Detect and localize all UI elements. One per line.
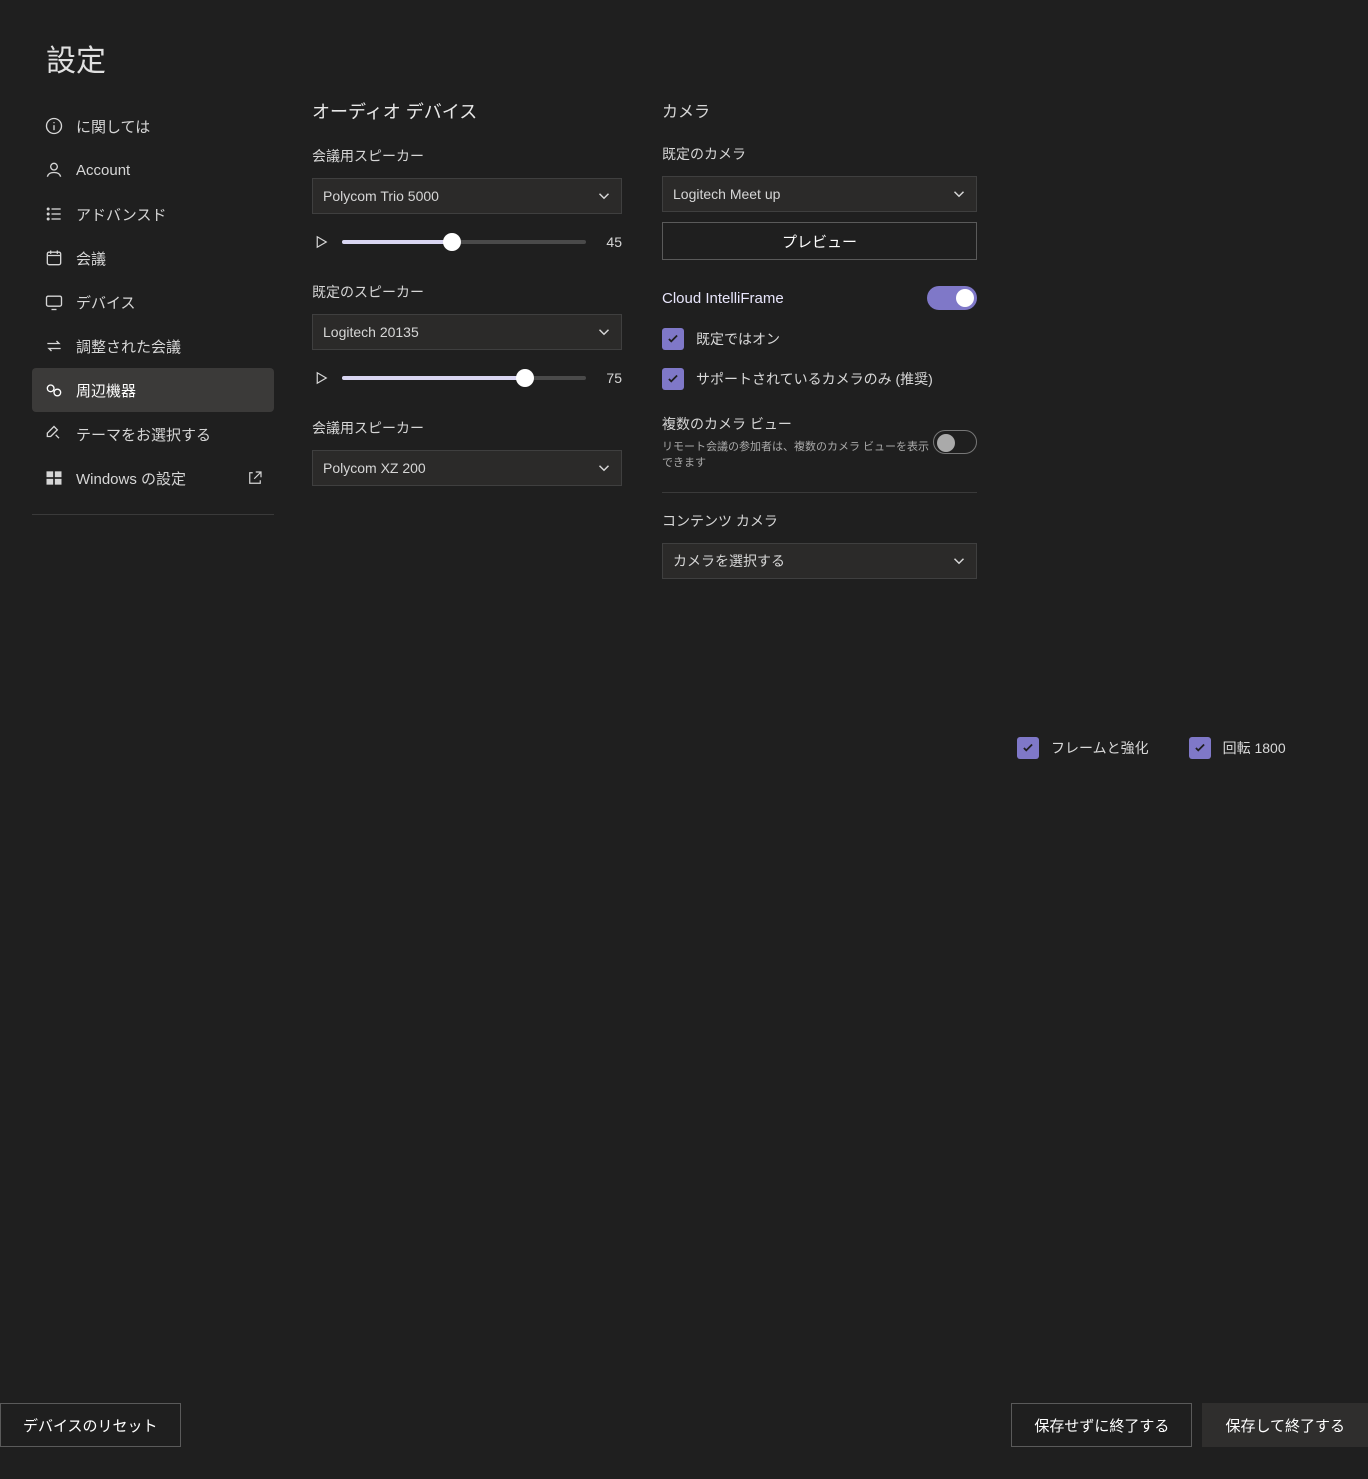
sidebar: に関しては Account アドバンスド 会議 デバイス 調整された会議 <box>32 98 274 1379</box>
default-speaker-select[interactable]: Logitech 20135 <box>312 314 622 350</box>
chevrondown-icon <box>595 187 613 205</box>
speaker2-select[interactable]: Polycom XZ 200 <box>312 450 622 486</box>
speaker-select[interactable]: Polycom Trio 5000 <box>312 178 622 214</box>
camera-divider <box>662 492 977 493</box>
external-link-icon <box>246 469 264 487</box>
preview-button[interactable]: プレビュー <box>662 222 977 260</box>
play-icon[interactable] <box>312 369 330 387</box>
chevrondown-icon <box>950 552 968 570</box>
camera-column: カメラ 既定のカメラ Logitech Meet up プレビュー Cloud … <box>662 98 977 1379</box>
content-camera-label: コンテンツ カメラ <box>662 511 977 531</box>
theme-icon <box>44 424 64 444</box>
default-camera-select[interactable]: Logitech Meet up <box>662 176 977 212</box>
sidebar-item-windows[interactable]: Windows の設定 <box>32 456 274 500</box>
sidebar-item-about[interactable]: に関しては <box>32 104 274 148</box>
monitor-icon <box>44 292 64 312</box>
multiview-sublabel: リモート会議の参加者は、複数のカメラ ビューを表示できます <box>662 438 933 470</box>
sidebar-item-label: に関しては <box>76 116 150 137</box>
speaker-volume-value: 45 <box>598 234 622 250</box>
play-icon[interactable] <box>312 233 330 251</box>
sidebar-item-device[interactable]: デバイス <box>32 280 274 324</box>
checkbox-label: 回転 1800 <box>1223 738 1286 758</box>
exit-without-save-button[interactable]: 保存せずに終了する <box>1011 1403 1192 1447</box>
select-value: Polycom Trio 5000 <box>323 188 439 204</box>
speaker-volume-slider[interactable] <box>342 232 586 252</box>
sidebar-item-label: Windows の設定 <box>76 468 186 489</box>
intelliframe-label: Cloud IntelliFrame <box>662 290 784 307</box>
peripherals-icon <box>44 380 64 400</box>
default-camera-label: 既定のカメラ <box>662 144 977 164</box>
sidebar-item-account[interactable]: Account <box>32 148 274 192</box>
sidebar-item-label: テーマをお選択する <box>76 424 211 445</box>
select-value: Logitech 20135 <box>323 324 419 340</box>
sidebar-item-meetings[interactable]: 会議 <box>32 236 274 280</box>
checkbox-label: 既定ではオン <box>696 329 780 349</box>
select-value: Logitech Meet up <box>673 186 780 202</box>
sidebar-item-label: アドバンスド <box>76 204 166 225</box>
select-value: カメラを選択する <box>673 551 785 571</box>
audio-column: オーディオ デバイス 会議用スピーカー Polycom Trio 5000 45 <box>312 98 622 1379</box>
default-speaker-label: 既定のスピーカー <box>312 282 622 302</box>
calendar-icon <box>44 248 64 268</box>
content-frame-checkbox[interactable] <box>1017 737 1039 759</box>
chevrondown-icon <box>950 185 968 203</box>
speaker-label: 会議用スピーカー <box>312 146 622 166</box>
account-icon <box>44 160 64 180</box>
content-camera-select[interactable]: カメラを選択する <box>662 543 977 579</box>
sidebar-item-advanced[interactable]: アドバンスド <box>32 192 274 236</box>
camera-section-title: カメラ <box>662 98 977 122</box>
sidebar-item-label: Account <box>76 162 130 179</box>
chevrondown-icon <box>595 459 613 477</box>
save-and-exit-button[interactable]: 保存して終了する <box>1202 1403 1368 1447</box>
chevrondown-icon <box>595 323 613 341</box>
select-value: Polycom XZ 200 <box>323 460 426 476</box>
multiview-toggle[interactable] <box>933 430 977 454</box>
audio-section-title: オーディオ デバイス <box>312 98 622 124</box>
sidebar-item-label: 調整された会議 <box>76 336 181 357</box>
page-title: 設定 <box>46 36 1324 80</box>
list-icon <box>44 204 64 224</box>
sidebar-item-label: デバイス <box>76 292 136 313</box>
multiview-label: 複数のカメラ ビュー <box>662 414 933 434</box>
default-speaker-volume-value: 75 <box>598 370 622 386</box>
reset-device-button[interactable]: デバイスのリセット <box>0 1403 181 1447</box>
intelliframe-default-on-checkbox[interactable] <box>662 328 684 350</box>
sidebar-item-label: 会議 <box>76 248 106 269</box>
default-speaker-volume-slider[interactable] <box>342 368 586 388</box>
sidebar-item-peripherals[interactable]: 周辺機器 <box>32 368 274 412</box>
checkbox-label: サポートされているカメラのみ (推奨) <box>696 369 933 389</box>
sidebar-item-theme[interactable]: テーマをお選択する <box>32 412 274 456</box>
intelliframe-supported-checkbox[interactable] <box>662 368 684 390</box>
sidebar-divider <box>32 514 274 515</box>
windows-icon <box>44 468 64 488</box>
intelliframe-toggle[interactable] <box>927 286 977 310</box>
footer: デバイスのリセット 保存せずに終了する 保存して終了する <box>0 1379 1368 1479</box>
content-rotate-checkbox[interactable] <box>1189 737 1211 759</box>
sidebar-item-label: 周辺機器 <box>76 380 136 401</box>
checkbox-label: フレームと強化 <box>1051 738 1149 758</box>
speaker2-label: 会議用スピーカー <box>312 418 622 438</box>
info-icon <box>44 116 64 136</box>
swap-icon <box>44 336 64 356</box>
sidebar-item-coordinated[interactable]: 調整された会議 <box>32 324 274 368</box>
